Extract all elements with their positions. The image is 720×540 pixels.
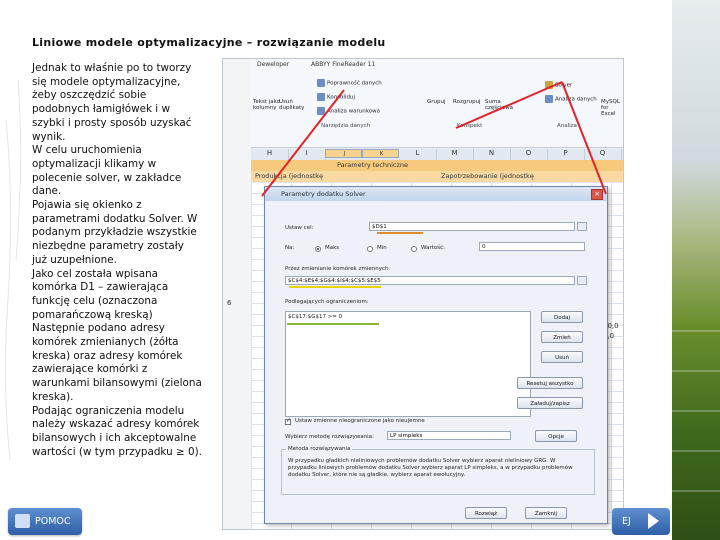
- annotation-arrows: [261, 81, 607, 197]
- help-label: POMOC: [35, 516, 71, 527]
- help-button[interactable]: POMOC: [8, 508, 82, 535]
- help-icon: [15, 514, 30, 528]
- arrow-to-solver: [455, 81, 563, 129]
- next-button[interactable]: EJ: [612, 508, 670, 535]
- arrow-right-icon: [648, 513, 659, 529]
- arrow-to-dialog-right: [561, 81, 607, 195]
- arrow-to-dialog-left: [261, 89, 345, 197]
- next-label: EJ: [622, 516, 631, 527]
